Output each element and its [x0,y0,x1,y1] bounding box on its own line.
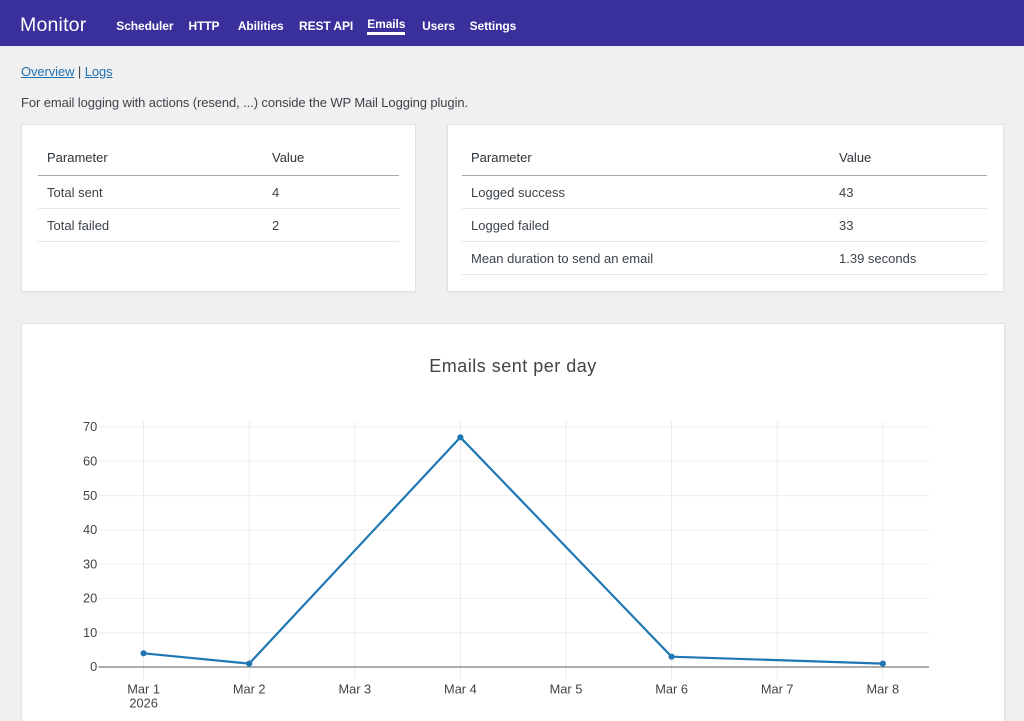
svg-text:Mar 8: Mar 8 [866,682,899,697]
svg-text:Mar 5: Mar 5 [550,682,583,697]
svg-text:30: 30 [83,556,97,571]
svg-text:20: 20 [83,591,97,606]
svg-text:70: 70 [83,419,97,434]
svg-text:10: 10 [83,625,97,640]
svg-text:Mar 1: Mar 1 [127,682,160,697]
svg-text:Mar 2: Mar 2 [233,682,266,697]
svg-text:Mar 3: Mar 3 [338,682,371,697]
svg-text:60: 60 [83,454,97,469]
svg-text:0: 0 [90,659,97,674]
svg-text:Mar 4: Mar 4 [444,682,477,697]
svg-text:Emails sent per day: Emails sent per day [429,356,597,376]
svg-text:Mar 6: Mar 6 [655,682,688,697]
svg-text:2026: 2026 [129,696,157,711]
svg-text:50: 50 [83,488,97,503]
svg-text:40: 40 [83,522,97,537]
svg-text:Mar 7: Mar 7 [761,682,794,697]
